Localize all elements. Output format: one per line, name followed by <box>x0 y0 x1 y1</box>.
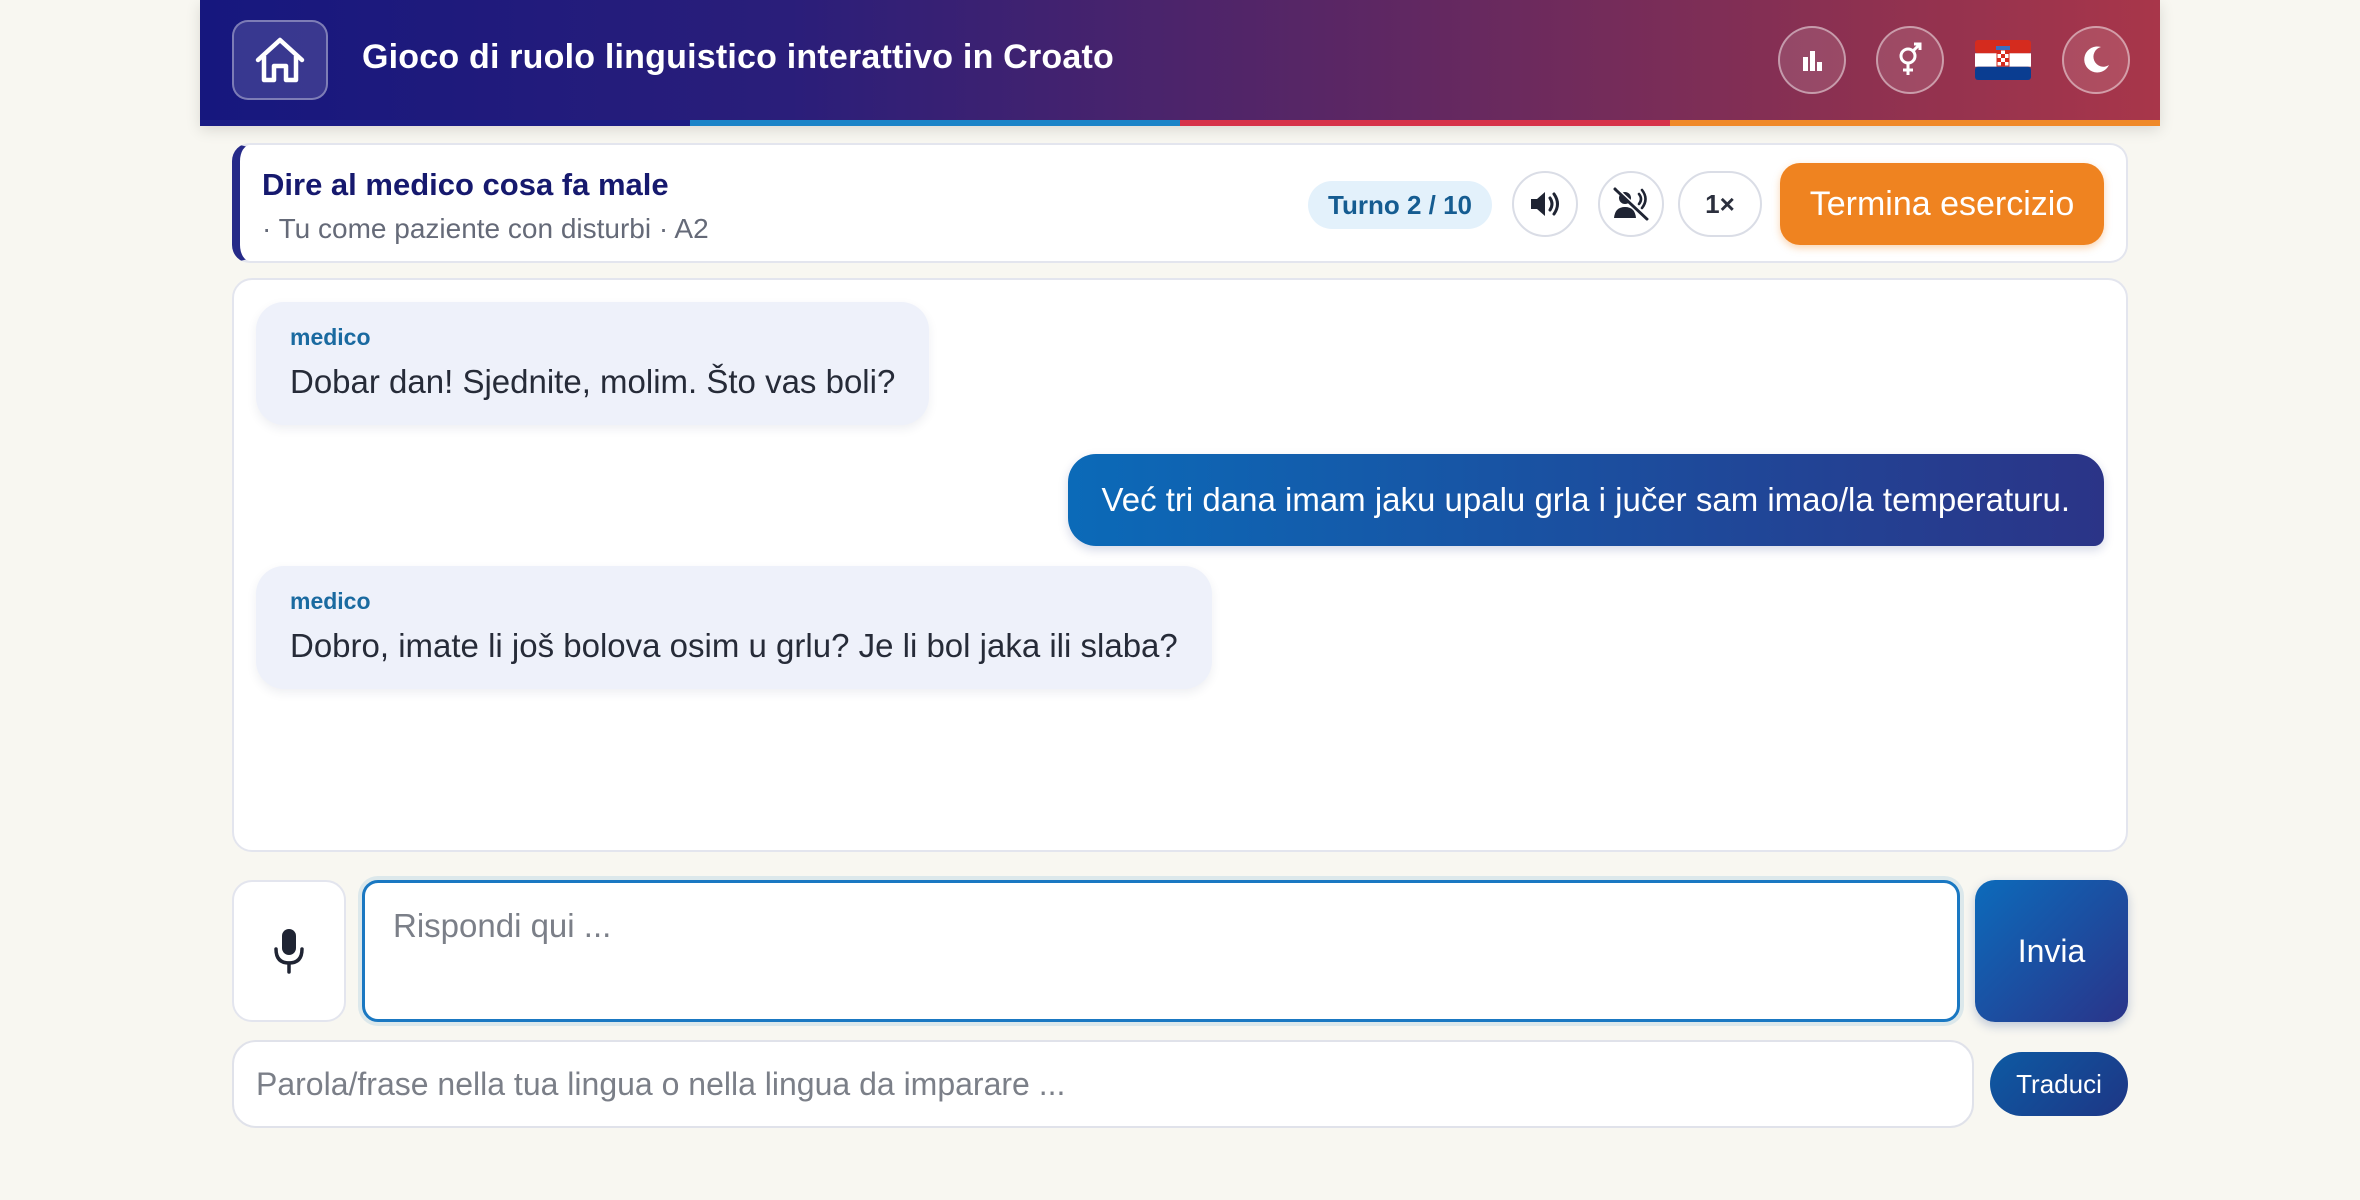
stripe-segment <box>1180 120 1670 126</box>
stripe-segment <box>1670 120 2160 126</box>
chat-message-bot: medico Dobar dan! Sjednite, molim. Što v… <box>256 302 930 425</box>
chat-message-bot: medico Dobro, imate li još bolova osim u… <box>256 566 1212 689</box>
microphone-button[interactable] <box>232 880 346 1022</box>
message-text: Dobro, imate li još bolova osim u grlu? … <box>290 627 1178 664</box>
home-button[interactable] <box>232 20 328 100</box>
turn-counter-badge: Turno 2 / 10 <box>1308 181 1492 229</box>
send-button[interactable]: Invia <box>1975 880 2128 1022</box>
app-title: Gioco di ruolo linguistico interattivo i… <box>362 38 1114 76</box>
speech-toggle-button[interactable] <box>1598 171 1664 237</box>
stripe-segment <box>690 120 1180 126</box>
chat-message-user: Već tri dana imam jaku upalu grla i juče… <box>1067 454 2104 546</box>
stripe-segment <box>200 120 690 126</box>
language-flag-button[interactable] <box>1974 38 2032 82</box>
gender-icon <box>1899 42 1922 75</box>
audio-button[interactable] <box>1512 171 1578 237</box>
reply-input[interactable] <box>362 880 1960 1022</box>
exercise-bar: Dire al medico cosa fa male · Tu come pa… <box>232 143 2128 263</box>
microphone-icon <box>274 929 304 974</box>
speech-off-icon <box>1613 187 1650 221</box>
translate-input[interactable] <box>232 1040 1974 1128</box>
stats-button[interactable] <box>1778 26 1846 94</box>
home-icon <box>255 37 305 83</box>
chat-panel: medico Dobar dan! Sjednite, molim. Što v… <box>232 278 2128 852</box>
message-speaker: medico <box>290 588 371 614</box>
gender-button[interactable] <box>1876 26 1944 94</box>
dark-mode-button[interactable] <box>2062 26 2130 94</box>
bar-chart-icon <box>1803 51 1822 71</box>
moon-icon <box>2084 46 2109 73</box>
exercise-subtitle: · Tu come paziente con disturbi · A2 <box>262 213 709 244</box>
croatia-flag-icon <box>1975 40 2031 80</box>
message-text: Dobar dan! Sjednite, molim. Što vas boli… <box>290 363 896 400</box>
header-actions <box>1778 26 2130 94</box>
header-color-stripe <box>200 120 2160 126</box>
exercise-title: Dire al medico cosa fa male <box>262 167 669 202</box>
app-root: Gioco di ruolo linguistico interattivo i… <box>200 0 2160 1128</box>
end-exercise-button[interactable]: Termina esercizio <box>1780 163 2104 245</box>
speaker-icon <box>1531 192 1559 216</box>
translate-button[interactable]: Traduci <box>1990 1052 2128 1116</box>
app-header: Gioco di ruolo linguistico interattivo i… <box>200 0 2160 126</box>
message-speaker: medico <box>290 324 371 350</box>
playback-speed-button[interactable]: 1× <box>1678 171 1762 237</box>
